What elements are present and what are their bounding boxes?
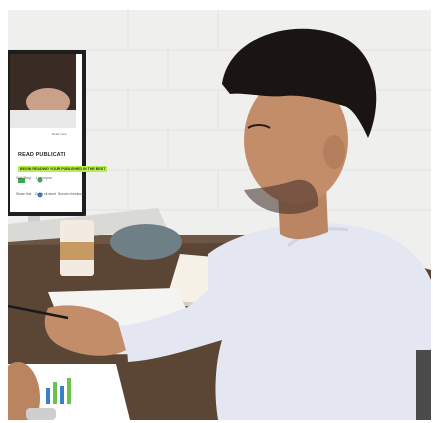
screen-highlight-banner: BEGIN READING YOUR PUBLISHED IN THE BEST [18, 166, 108, 172]
screen-row-share-right: Secure checkout [57, 192, 84, 196]
screen-row-shop-mid: Loren ipsu [35, 176, 52, 180]
screen-row-share-left: Share this [16, 192, 32, 196]
chair [416, 350, 431, 420]
screen-row-shop-left: Visit Shop [16, 176, 32, 180]
screen-row-share: Share this Dolor sit amet Secure checkou… [16, 192, 83, 196]
watch [26, 408, 56, 420]
report-bar [60, 386, 64, 404]
scene-svg [8, 10, 431, 420]
coffee-sleeve [60, 242, 94, 260]
screen-photo-laptop [10, 110, 76, 128]
report-bar [53, 382, 57, 404]
screen-row-share-mid: Dolor sit amet [35, 192, 56, 196]
report-bar [67, 378, 71, 404]
photo-scene: READ PUBLICATI BEGIN READING YOUR PUBLIS… [8, 10, 431, 420]
screen-heading: READ PUBLICATI [18, 152, 66, 158]
headphones [110, 224, 182, 260]
report-bar [46, 388, 50, 404]
screen-read-more: Read more [52, 132, 67, 136]
ear [323, 135, 345, 169]
screen-row-shop: Visit Shop Loren ipsu [16, 176, 52, 180]
